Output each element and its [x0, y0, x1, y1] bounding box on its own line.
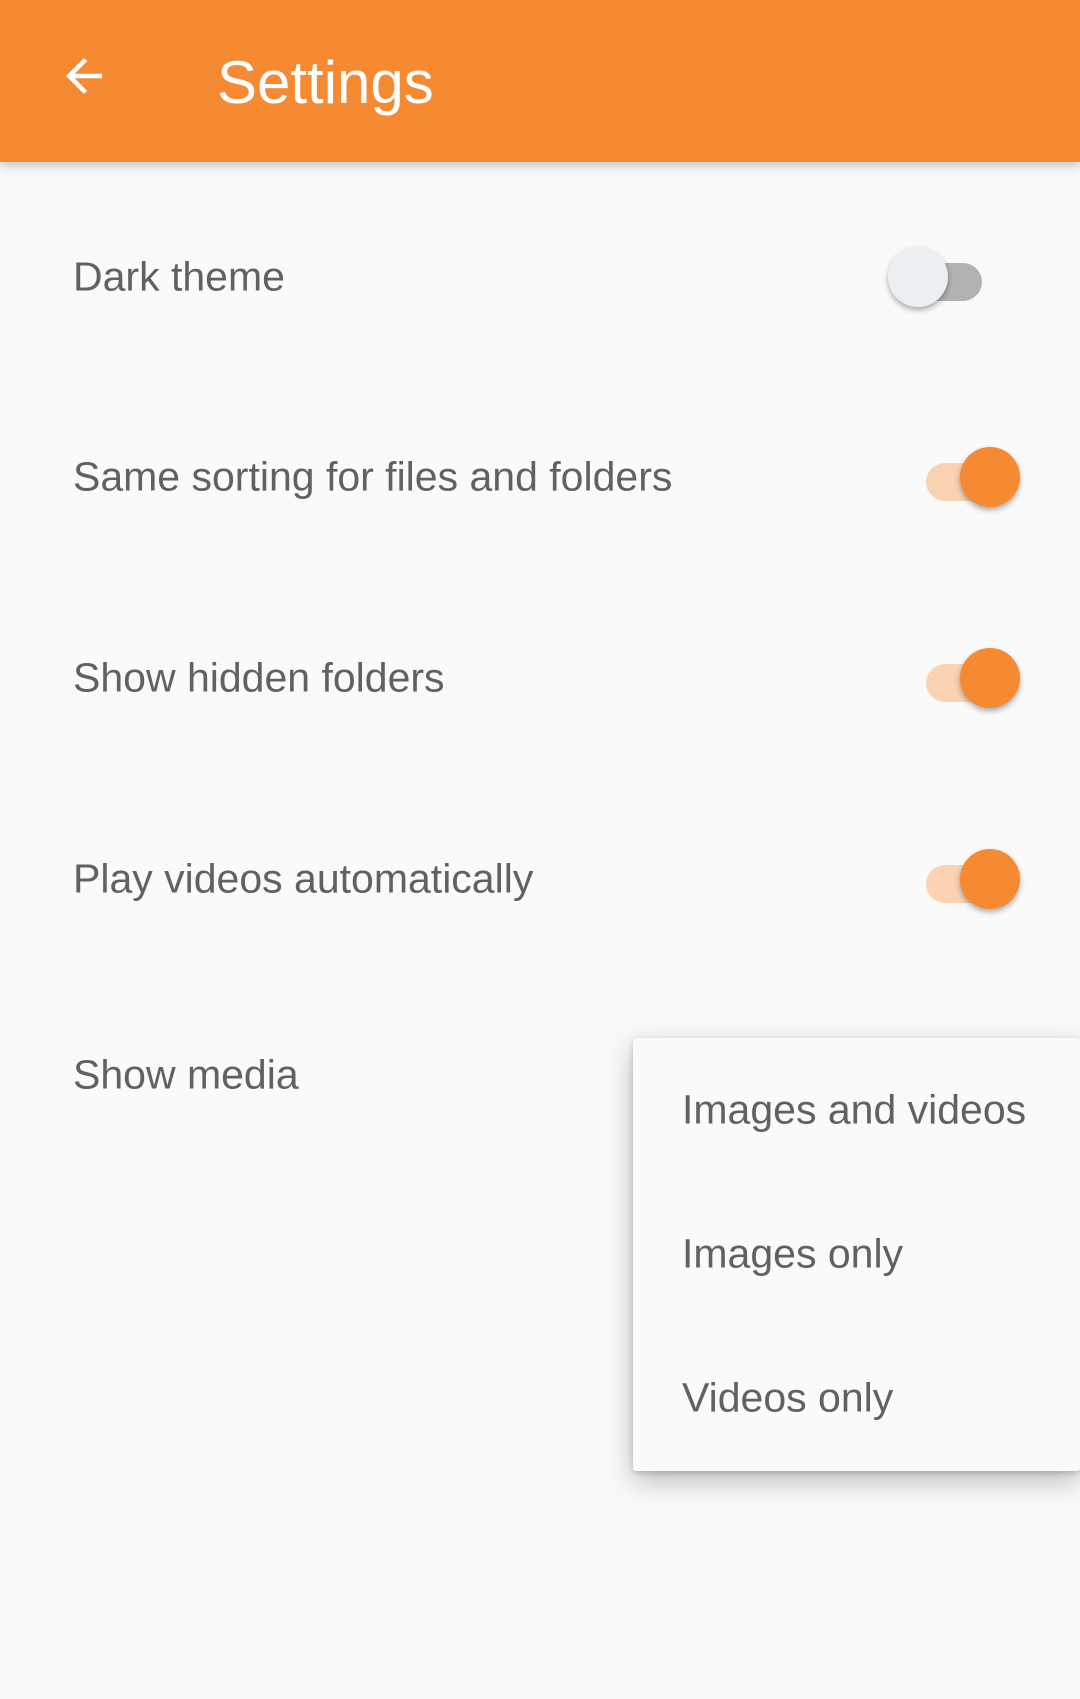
switch-thumb	[888, 247, 948, 307]
show-media-menu: Images and videos Images only Videos onl…	[633, 1038, 1080, 1471]
dark-theme-switch[interactable]	[888, 237, 998, 317]
setting-same-sorting[interactable]: Same sorting for files and folders	[0, 377, 1080, 577]
switch-thumb	[960, 648, 1020, 708]
setting-label: Show media	[73, 1051, 299, 1098]
setting-label: Same sorting for files and folders	[73, 453, 673, 500]
page-title: Settings	[217, 49, 434, 116]
back-button[interactable]	[44, 36, 124, 116]
play-videos-switch[interactable]	[910, 839, 1020, 919]
menu-item-images-and-videos[interactable]: Images and videos	[633, 1038, 1080, 1182]
setting-label: Show hidden folders	[73, 654, 445, 701]
switch-thumb	[960, 849, 1020, 909]
switch-thumb	[960, 447, 1020, 507]
setting-label: Play videos automatically	[73, 855, 534, 902]
setting-label: Dark theme	[73, 253, 285, 300]
setting-play-videos[interactable]: Play videos automatically	[0, 779, 1080, 979]
arrow-back-icon	[66, 58, 102, 94]
setting-show-hidden-folders[interactable]: Show hidden folders	[0, 578, 1080, 778]
show-hidden-folders-switch[interactable]	[910, 638, 1020, 718]
menu-item-videos-only[interactable]: Videos only	[633, 1326, 1080, 1470]
same-sorting-switch[interactable]	[910, 437, 1020, 517]
app-bar: Settings	[0, 0, 1080, 162]
menu-item-label: Images and videos	[682, 1086, 1027, 1133]
menu-item-label: Images only	[682, 1230, 904, 1277]
menu-item-images-only[interactable]: Images only	[633, 1182, 1080, 1326]
menu-item-label: Videos only	[682, 1374, 894, 1421]
setting-dark-theme[interactable]: Dark theme	[0, 177, 1080, 377]
